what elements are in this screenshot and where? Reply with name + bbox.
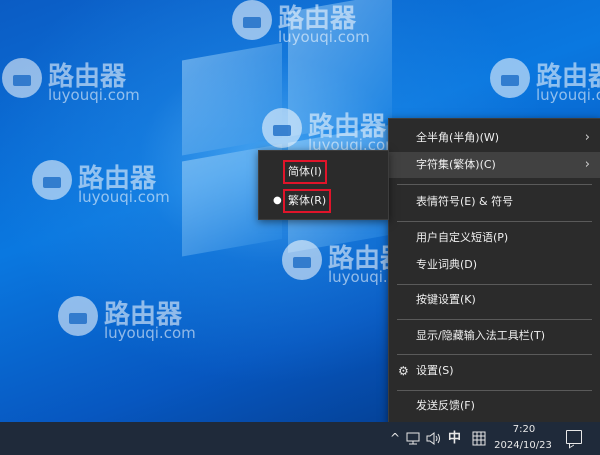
ime-mode-indicator[interactable]: 中 (448, 422, 461, 455)
clock-time[interactable]: 7:20 (494, 423, 554, 437)
ime-context-menu: 全半角(半角)(W) › 字符集(繁体)(C) › 表情符号(E) & 符号 用户自… (388, 118, 600, 424)
menu-separator (397, 184, 592, 185)
menu-item-full-half-width[interactable]: 全半角(半角)(W) › (389, 125, 600, 151)
menu-item-toggle-toolbar[interactable]: 显示/隐藏输入法工具栏(T) (389, 323, 600, 349)
selected-dot-icon: ● (273, 195, 282, 206)
network-icon[interactable] (406, 432, 420, 445)
menu-item-user-phrases[interactable]: 用户自定义短语(P) (389, 225, 600, 251)
volume-icon[interactable] (426, 432, 442, 445)
notification-icon[interactable] (566, 430, 582, 444)
chevron-right-icon: › (584, 130, 590, 145)
menu-separator (397, 390, 592, 391)
charset-submenu: 简体(I) ● 繁体(R) (258, 150, 389, 220)
menu-item-charset[interactable]: 字符集(繁体)(C) › (389, 152, 600, 178)
submenu-item-simplified[interactable]: 简体(I) (283, 160, 327, 184)
submenu-item-traditional[interactable]: 繁体(R) (283, 189, 332, 213)
menu-item-pro-dictionary[interactable]: 专业词典(D) (389, 252, 600, 278)
ime-keyboard-icon[interactable] (472, 431, 486, 446)
menu-item-settings[interactable]: ⚙ 设置(S) (389, 358, 600, 384)
menu-separator (397, 319, 592, 320)
menu-separator (397, 284, 592, 285)
clock-date[interactable]: 2024/10/23 (490, 439, 556, 453)
menu-item-send-feedback[interactable]: 发送反馈(F) (389, 393, 600, 419)
menu-separator (397, 354, 592, 355)
chevron-up-icon[interactable]: ^ (390, 422, 400, 455)
menu-item-key-settings[interactable]: 按键设置(K) (389, 287, 600, 313)
taskbar: ^ 中 7:20 2024/10/23 (0, 422, 600, 455)
chevron-right-icon: › (584, 157, 590, 172)
menu-item-emoji-symbols[interactable]: 表情符号(E) & 符号 (389, 189, 600, 215)
gear-icon: ⚙ (398, 364, 409, 378)
menu-separator (397, 221, 592, 222)
